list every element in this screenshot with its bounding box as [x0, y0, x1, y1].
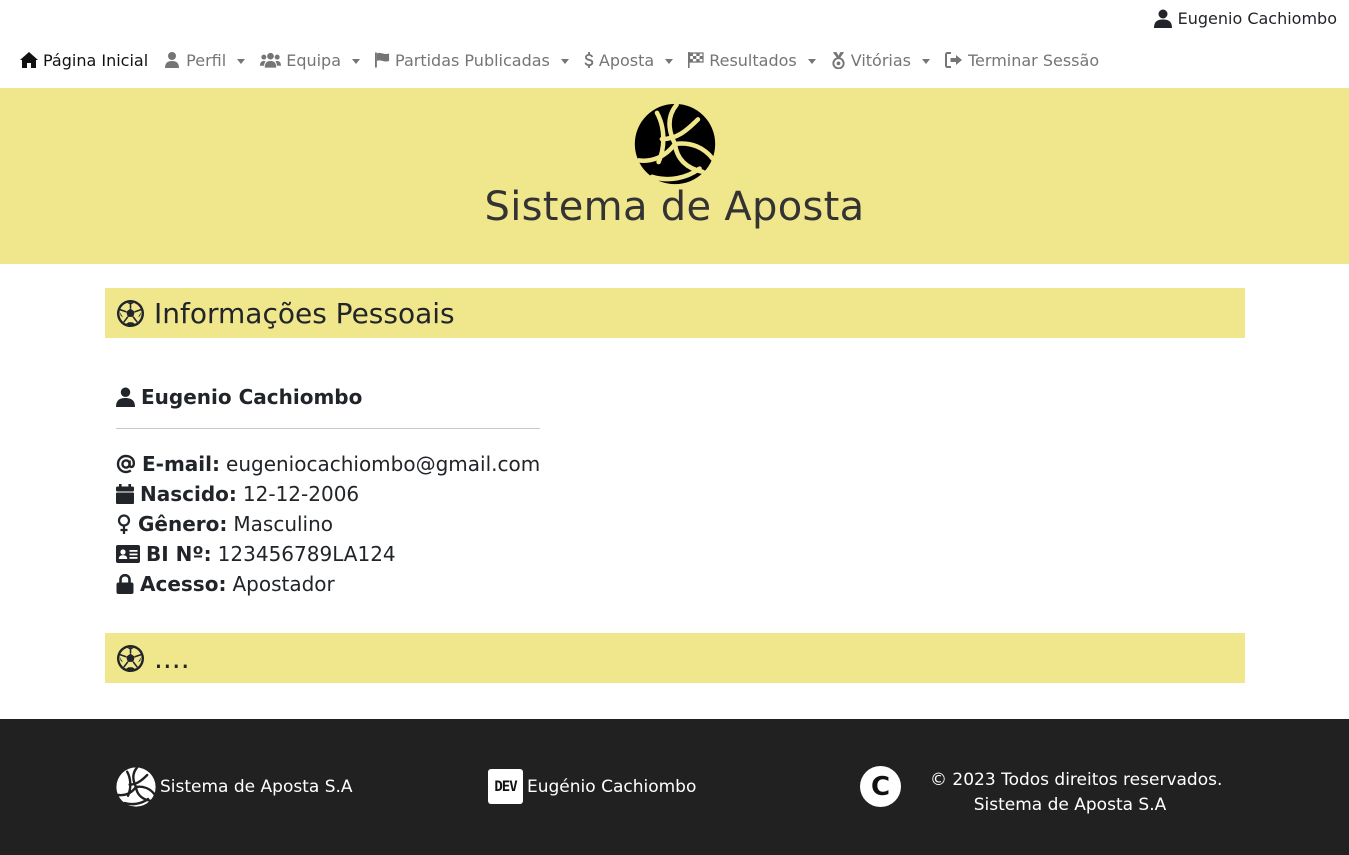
info-label-access: Acesso:: [140, 572, 227, 596]
nav-label-home: Página Inicial: [43, 50, 149, 70]
footer-brand: Sistema de Aposta S.A: [116, 767, 353, 807]
user-menu[interactable]: Eugenio Cachiombo: [1153, 9, 1337, 28]
footer-developer-name: Eugénio Cachiombo: [527, 776, 697, 797]
nav-label-aposta: Aposta: [598, 50, 655, 70]
user-name: Eugenio Cachiombo: [1177, 9, 1337, 28]
nav-item-home[interactable]: Página Inicial: [20, 51, 148, 70]
dev-badge-icon: DEV: [488, 769, 523, 804]
copyright-line-1: © 2023 Todos direitos reservados.: [930, 770, 1223, 790]
footer-developer: DEV Eugénio Cachiombo: [488, 769, 696, 804]
soccer-ball-icon: [116, 299, 145, 327]
info-value-email: eugeniocachiombo@gmail.com: [226, 452, 541, 476]
nav-item-partidas[interactable]: Partidas Publicadas: [375, 51, 569, 70]
info-value-id: 123456789LA124: [217, 542, 396, 566]
profile-name: Eugenio Cachiombo: [116, 385, 362, 409]
nav-item-resultados[interactable]: Resultados: [688, 51, 816, 70]
chevron-down-icon: [237, 58, 246, 64]
nav-label-partidas: Partidas Publicadas: [395, 50, 550, 70]
venus-icon: [117, 514, 131, 534]
copyright-icon: C: [860, 766, 901, 807]
logout-icon: [945, 52, 962, 68]
nav-label-equipa: Equipa: [286, 50, 342, 70]
nav-item-logout[interactable]: Terminar Sessão: [945, 51, 1099, 70]
info-row-gender: Gênero: Masculino: [116, 509, 540, 539]
chevron-down-icon: [352, 58, 361, 64]
nav-item-vitorias[interactable]: Vitórias: [831, 51, 930, 70]
footer-copyright: C © 2023 Todos direitos reservados. Sist…: [860, 766, 1222, 815]
section-title-personal-info: Informações Pessoais: [154, 296, 455, 330]
user-icon: [116, 387, 135, 407]
copyright-text: © 2023 Todos direitos reservados. Sistem…: [930, 768, 1223, 818]
checkered-flag-icon: [688, 52, 704, 68]
user-icon: [165, 52, 180, 68]
section-title-placeholder: ....: [154, 641, 190, 675]
info-value-access: Apostador: [232, 572, 335, 596]
nav-item-perfil[interactable]: Perfil: [163, 50, 246, 70]
nav-item-aposta[interactable]: Aposta: [584, 50, 674, 70]
profile-name-text: Eugenio Cachiombo: [141, 385, 363, 409]
info-label-birth: Nascido:: [140, 482, 237, 506]
info-label-email: E-mail:: [142, 452, 221, 476]
info-value-gender: Masculino: [233, 512, 334, 536]
copyright-line-2: Sistema de Aposta S.A: [973, 795, 1167, 815]
nav-label-logout: Terminar Sessão: [968, 50, 1100, 70]
info-label-gender: Gênero:: [138, 512, 228, 536]
profile-divider: [116, 428, 540, 429]
section-header-personal-info: Informações Pessoais: [105, 288, 1245, 338]
chevron-down-icon: [807, 58, 816, 64]
site-title: Sistema de Aposta: [484, 184, 865, 230]
dollar-icon: [584, 51, 594, 68]
id-card-icon: [116, 545, 140, 563]
info-row-access: Acesso: Apostador: [116, 569, 540, 599]
home-icon: [20, 52, 38, 68]
nav-label-resultados: Resultados: [709, 50, 797, 70]
profile-info-list: E-mail: eugeniocachiombo@gmail.com Nasci…: [116, 449, 540, 599]
lock-icon: [116, 574, 134, 594]
flag-icon: [375, 52, 390, 68]
nav-label-vitorias: Vitórias: [850, 50, 911, 70]
volleyball-icon: [116, 767, 156, 807]
main-nav: Página Inicial Perfil Equipa Partidas Pu…: [20, 48, 1114, 72]
info-row-id: BI Nº: 123456789LA124: [116, 539, 540, 569]
nav-label-perfil: Perfil: [186, 50, 227, 70]
user-icon: [1153, 9, 1172, 28]
info-row-birth: Nascido: 12-12-2006: [116, 479, 540, 509]
hero-banner: Sistema de Aposta: [0, 88, 1349, 264]
footer: Sistema de Aposta S.A DEV Eugénio Cachio…: [0, 719, 1349, 855]
info-value-birth: 12-12-2006: [242, 482, 360, 506]
section-header-placeholder: ....: [105, 633, 1245, 683]
volleyball-icon: [634, 103, 716, 185]
footer-brand-text: Sistema de Aposta S.A: [160, 777, 353, 797]
info-label-id: BI Nº:: [146, 542, 212, 566]
at-icon: [116, 454, 136, 474]
soccer-ball-icon: [116, 644, 145, 672]
chevron-down-icon: [665, 58, 674, 64]
nav-item-equipa[interactable]: Equipa: [260, 50, 361, 70]
info-row-email: E-mail: eugeniocachiombo@gmail.com: [116, 449, 540, 479]
calendar-icon: [116, 484, 134, 504]
chevron-down-icon: [560, 58, 569, 64]
medal-icon: [832, 51, 845, 69]
users-icon: [260, 52, 282, 68]
chevron-down-icon: [922, 58, 930, 64]
